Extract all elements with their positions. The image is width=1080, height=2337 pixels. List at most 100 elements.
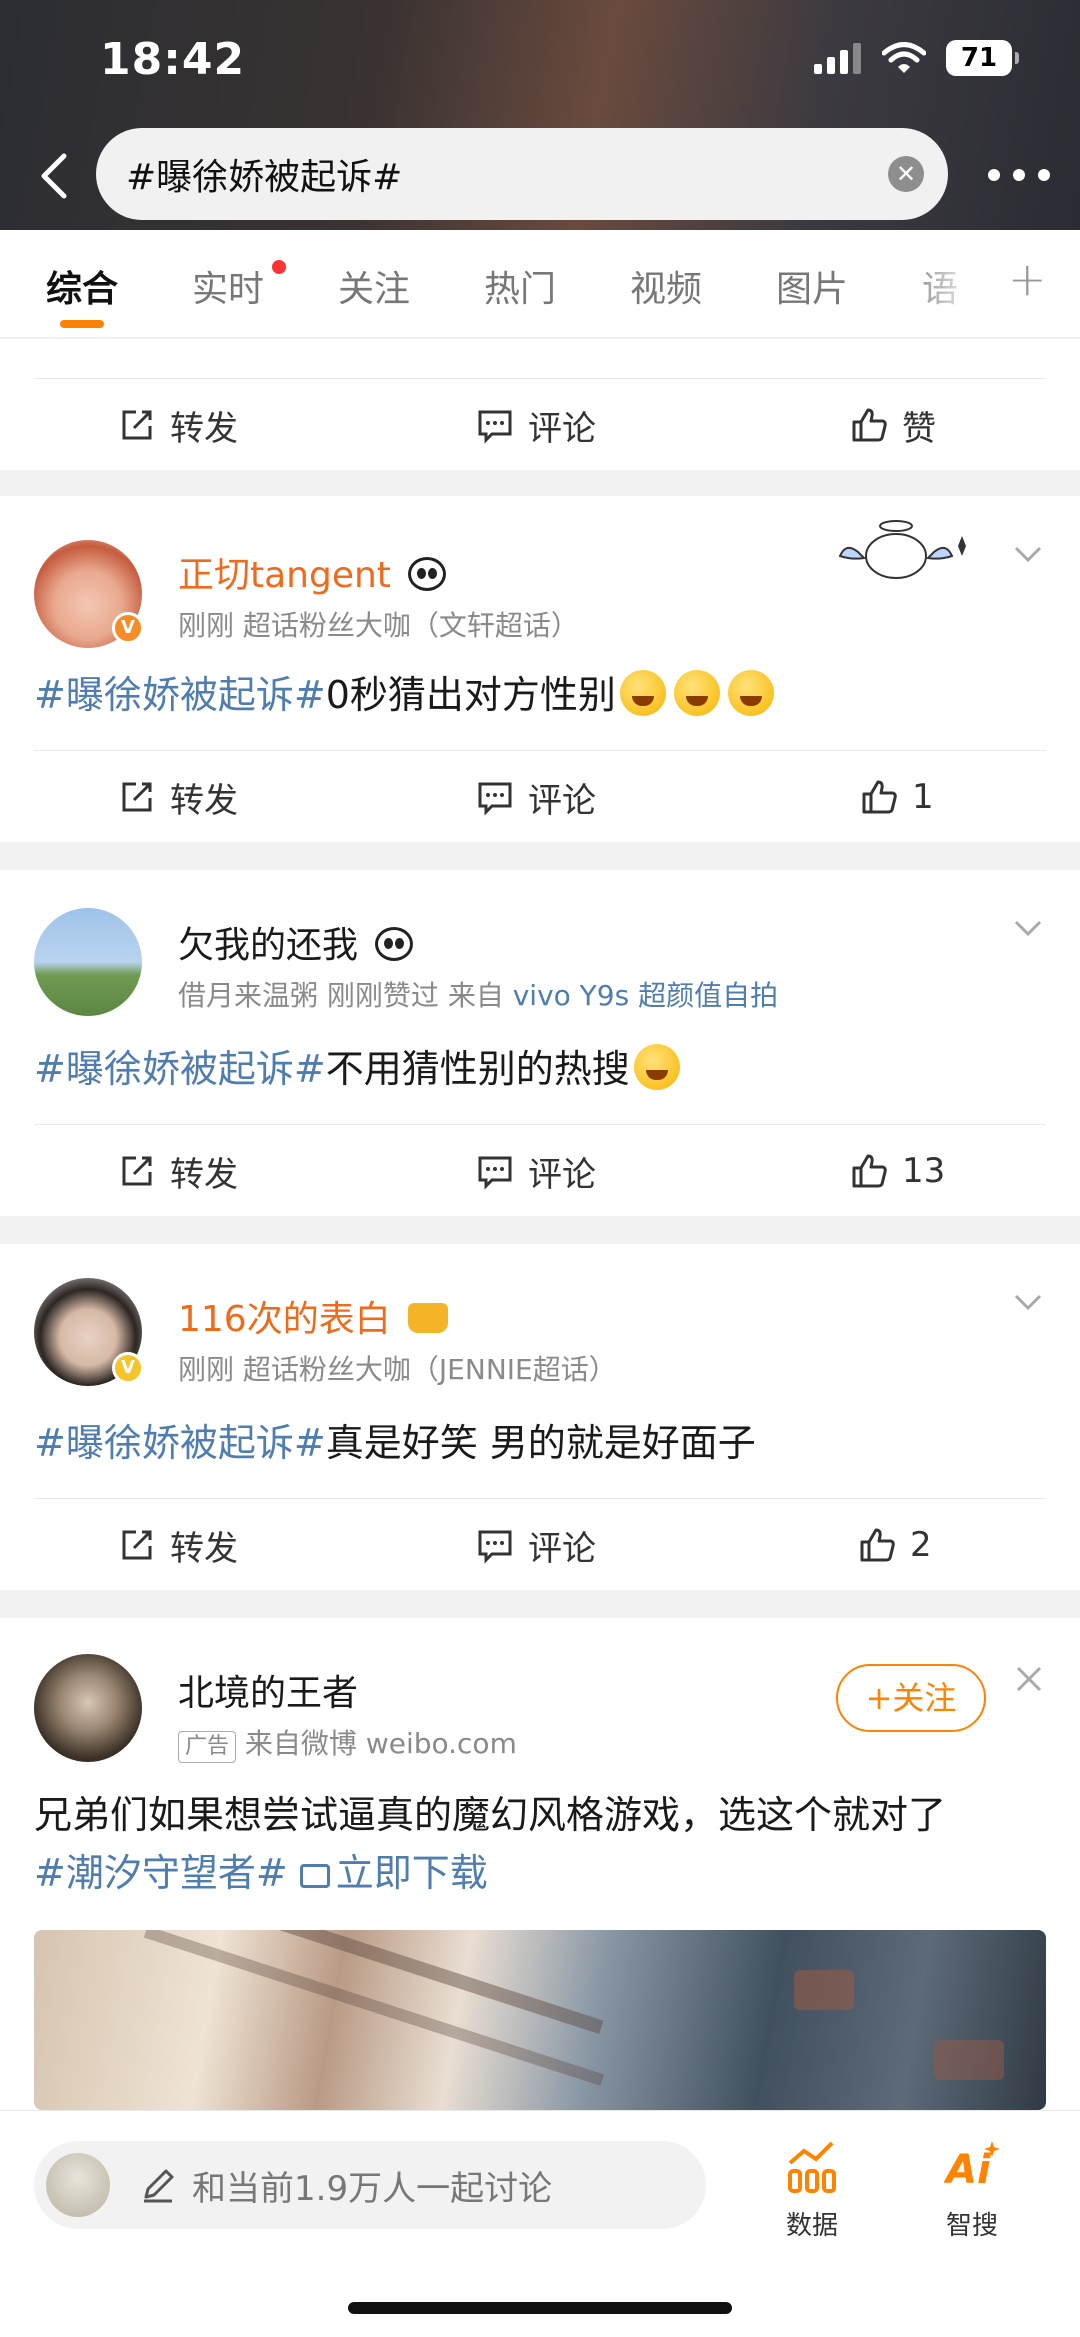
ad-meta: 广告 来自微博 weibo.com xyxy=(178,1722,517,1763)
post-meta: 借月来温粥 刚刚赞过 来自 vivo Y9s 超颜值自拍 xyxy=(178,979,779,1012)
comment-icon xyxy=(478,1530,512,1564)
like-button[interactable]: 1 xyxy=(860,751,934,843)
tab-video[interactable]: 视频 xyxy=(630,260,702,312)
smart-search-button[interactable]: Ai 智搜 xyxy=(922,2139,1022,2242)
avatar xyxy=(46,2153,110,2217)
ai-icon: Ai xyxy=(943,2141,1000,2193)
topic-link[interactable]: #曝徐娇被起诉# xyxy=(34,673,326,717)
search-query: #曝徐娇被起诉# xyxy=(126,157,403,198)
comment-icon xyxy=(478,1156,512,1190)
tab-active-indicator xyxy=(60,320,104,328)
ad-text: 兄弟们如果想尝试逼真的魔幻风格游戏，选这个就对了 xyxy=(34,1793,947,1837)
tab-following[interactable]: 关注 xyxy=(338,260,410,312)
input-placeholder: 和当前1.9万人一起讨论 xyxy=(192,2168,553,2209)
repost-icon xyxy=(122,782,152,812)
link-icon xyxy=(299,1864,330,1888)
close-icon[interactable] xyxy=(1014,1664,1044,1694)
ad-card: 北境的王者 广告 来自微博 weibo.com +关注 兄弟们如果想尝试逼真的魔… xyxy=(0,1618,1080,2110)
avatar[interactable] xyxy=(34,1654,142,1762)
header: 18:42 71 #曝徐娇被起诉# ✕ xyxy=(0,0,1080,230)
laugh-cry-emoji-icon xyxy=(619,670,666,716)
download-link[interactable]: 立即下载 xyxy=(299,1851,488,1895)
tab-realtime[interactable]: 实时 xyxy=(192,260,264,312)
post-card: 欠我的还我 借月来温粥 刚刚赞过 来自 vivo Y9s 超颜值自拍 #曝徐娇被… xyxy=(0,870,1080,1216)
tab-images[interactable]: 图片 xyxy=(776,260,848,312)
like-icon xyxy=(860,1528,895,1562)
repost-icon xyxy=(122,410,152,440)
search-input[interactable]: #曝徐娇被起诉# ✕ xyxy=(96,128,948,220)
comment-button[interactable]: 评论 xyxy=(476,1125,596,1217)
comment-button[interactable]: 评论 xyxy=(476,751,596,843)
topic-link[interactable]: #潮汐守望者# xyxy=(34,1851,288,1895)
home-indicator xyxy=(348,2302,732,2314)
notification-dot xyxy=(272,260,286,274)
panda-icon xyxy=(408,557,447,591)
data-button[interactable]: 数据 xyxy=(762,2139,862,2242)
like-button[interactable]: 2 xyxy=(858,1499,932,1591)
like-icon xyxy=(852,408,887,442)
topic-link[interactable]: #曝徐娇被起诉# xyxy=(34,1421,326,1465)
chevron-down-icon[interactable] xyxy=(1010,1284,1046,1320)
like-count: 13 xyxy=(902,1151,946,1191)
post-card: V 正切tangent 刚刚 超话粉丝大咖（文轩超话） #曝徐娇被起诉#0秒猜出… xyxy=(0,496,1080,842)
verified-badge: V xyxy=(112,1352,144,1384)
post-card: V 116次的表白 刚刚 超话粉丝大咖（JENNIE超话） #曝徐娇被起诉#真是… xyxy=(0,1244,1080,1590)
chevron-down-icon[interactable] xyxy=(1010,536,1046,572)
repost-icon xyxy=(122,1156,152,1186)
action-bar: 转发 评论 13 xyxy=(34,1124,1046,1216)
repost-button[interactable]: 转发 xyxy=(118,1125,238,1217)
comment-icon xyxy=(478,410,512,444)
ad-image[interactable] xyxy=(34,1930,1046,2110)
wifi-icon xyxy=(882,42,926,73)
username[interactable]: 欠我的还我 xyxy=(178,916,414,968)
post-text: #曝徐娇被起诉#不用猜性别的热搜 xyxy=(34,1040,1046,1098)
action-bar: 转发 评论 赞 xyxy=(34,378,1046,470)
repost-button[interactable]: 转发 xyxy=(118,1499,238,1591)
post-text: #曝徐娇被起诉#0秒猜出对方性别 xyxy=(34,666,1046,724)
comment-button[interactable]: 评论 xyxy=(476,1499,596,1591)
username[interactable]: 116次的表白 xyxy=(178,1290,449,1342)
topic-link[interactable]: #曝徐娇被起诉# xyxy=(34,1047,326,1091)
like-icon xyxy=(862,780,897,814)
back-icon[interactable] xyxy=(26,146,86,206)
source-link[interactable]: vivo Y9s 超颜值自拍 xyxy=(513,979,778,1012)
data-chart-icon xyxy=(788,2141,836,2193)
tab-hot[interactable]: 热门 xyxy=(484,260,556,312)
avatar[interactable] xyxy=(34,908,142,1016)
verified-badge: V xyxy=(112,612,144,644)
more-icon[interactable] xyxy=(988,160,1050,190)
status-time: 18:42 xyxy=(100,34,246,85)
repost-button[interactable]: 转发 xyxy=(118,379,238,471)
discussion-input[interactable]: 和当前1.9万人一起讨论 xyxy=(34,2141,706,2229)
like-count: 2 xyxy=(910,1525,932,1565)
post-card: 转发 评论 赞 xyxy=(0,339,1080,470)
repost-icon xyxy=(122,1530,152,1560)
comment-icon xyxy=(478,782,512,816)
svg-text:Ai: Ai xyxy=(944,2147,992,2193)
clear-icon[interactable]: ✕ xyxy=(888,156,924,192)
post-meta: 刚刚 超话粉丝大咖（JENNIE超话） xyxy=(178,1353,617,1386)
status-icons: 71 xyxy=(814,40,1019,76)
angel-sticker-icon xyxy=(838,520,966,579)
tab-bar: 综合 实时 关注 热门 视频 图片 语 + xyxy=(0,230,1080,338)
add-tab-icon[interactable]: + xyxy=(1008,252,1047,306)
username[interactable]: 正切tangent xyxy=(178,546,447,598)
laugh-cry-emoji-icon xyxy=(673,670,720,716)
comment-button[interactable]: 评论 xyxy=(476,379,596,471)
action-bar: 转发 评论 1 xyxy=(34,750,1046,842)
post-text: #曝徐娇被起诉#真是好笑 男的就是好面子 xyxy=(34,1421,756,1465)
laugh-cry-emoji-icon xyxy=(727,670,774,716)
like-button[interactable]: 13 xyxy=(850,1125,945,1217)
username[interactable]: 北境的王者 xyxy=(178,1664,358,1716)
follow-button[interactable]: +关注 xyxy=(836,1664,986,1732)
chevron-down-icon[interactable] xyxy=(1010,910,1046,946)
post-meta: 刚刚 超话粉丝大咖（文轩超话） xyxy=(178,609,579,642)
signal-icon xyxy=(814,43,861,74)
repost-button[interactable]: 转发 xyxy=(118,751,238,843)
like-button[interactable]: 赞 xyxy=(850,379,936,471)
pencil-icon xyxy=(144,2169,174,2203)
like-count: 1 xyxy=(912,777,934,817)
ad-links: #潮汐守望者# 立即下载 xyxy=(34,1844,1046,1902)
like-icon xyxy=(852,1154,887,1188)
tab-comprehensive[interactable]: 综合 xyxy=(46,260,118,312)
